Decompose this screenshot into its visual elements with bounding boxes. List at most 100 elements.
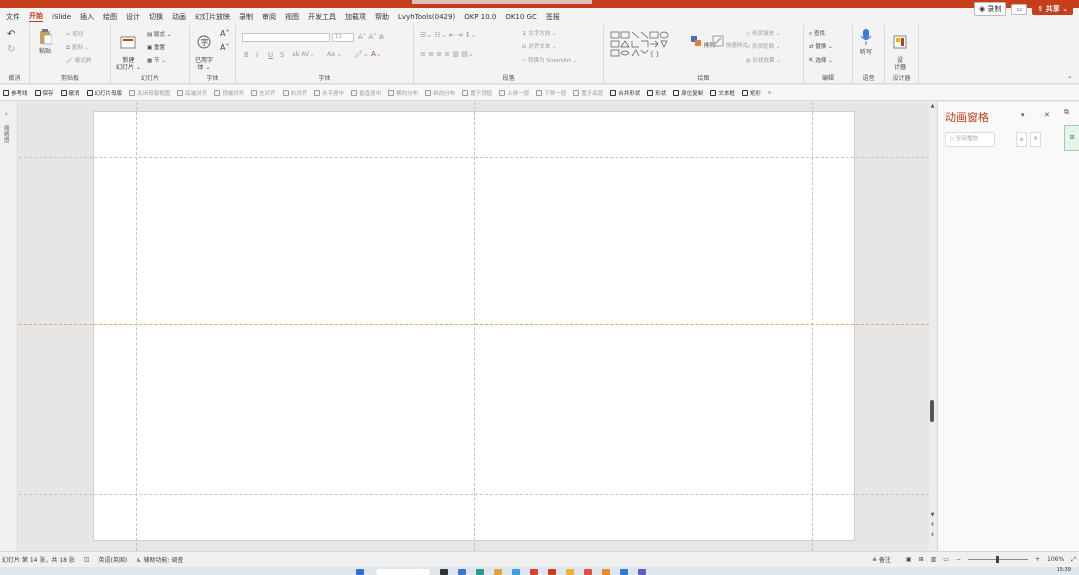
app-icon[interactable]	[530, 569, 538, 575]
quick-toolbar-item[interactable]: 置于底层	[573, 89, 603, 97]
menu-tab[interactable]: 切换	[149, 12, 163, 22]
font-size-input[interactable]: 11	[332, 33, 354, 42]
quick-toolbar-item[interactable]: 垂直居中	[351, 89, 381, 97]
fit-slide-icon[interactable]: ⤢	[1071, 556, 1076, 564]
menu-tab[interactable]: 帮助	[375, 12, 389, 22]
play-all-button[interactable]: ▷ 全部播放	[945, 132, 995, 147]
taskbar-search[interactable]	[376, 569, 430, 575]
zoom-in-icon[interactable]: +	[1035, 556, 1040, 563]
guide-vertical[interactable]	[136, 102, 137, 551]
share-button[interactable]: ⇪ 共享 ⌄	[1032, 3, 1073, 15]
quick-toolbar-item[interactable]: 关闭母版视图	[129, 89, 170, 97]
menu-tab[interactable]: iSlide	[52, 13, 71, 21]
quick-toolbar-item[interactable]: 纵向分布	[425, 89, 455, 97]
normal-view-icon[interactable]: ▣	[906, 556, 912, 563]
clock[interactable]: 15:39	[1057, 567, 1071, 573]
format-painter-button[interactable]: 🖌 格式刷	[66, 56, 91, 64]
menu-tab[interactable]: 审阅	[262, 12, 276, 22]
side-tab-button[interactable]: ⊞	[1064, 125, 1079, 151]
menu-tab[interactable]: 视图	[285, 12, 299, 22]
paste-button[interactable]: 粘贴	[38, 29, 52, 55]
quick-toolbar-item[interactable]: 原位复制	[673, 89, 703, 97]
bold-button[interactable]: B	[244, 51, 249, 59]
bullets-icon[interactable]: ☰⌄ ☷⌄ ⇤ ⇥ ↕⌄	[420, 31, 477, 39]
quick-toolbar-item[interactable]: 参考线	[3, 89, 28, 97]
notes-button[interactable]: ≙ 备注	[872, 555, 891, 564]
pane-dock-icon[interactable]: ⧉	[1064, 108, 1069, 117]
quick-toolbar-item[interactable]: 矩形	[741, 89, 761, 97]
close-icon[interactable]: ✕	[1044, 111, 1050, 119]
app-icon[interactable]	[584, 569, 592, 575]
quick-toolbar-item[interactable]: 底端对齐	[177, 89, 207, 97]
app-icon[interactable]	[620, 569, 628, 575]
guide-vertical[interactable]	[812, 102, 813, 551]
font-grow-icon[interactable]: A˄	[220, 29, 229, 38]
new-slide-button[interactable]: 新建 幻灯片 ⌄	[116, 28, 141, 71]
quick-toolbar-item[interactable]: 水平居中	[314, 89, 344, 97]
section-button[interactable]: ▦ 节 ⌄	[147, 56, 166, 64]
quick-toolbar-item[interactable]: 形状	[647, 89, 666, 97]
next-slide-icon[interactable]: ⇟	[929, 532, 936, 538]
pane-options-icon[interactable]: ▾	[1021, 111, 1025, 119]
underline-button[interactable]: U	[268, 51, 273, 59]
quick-toolbar-item[interactable]: 横向分布	[388, 89, 418, 97]
menu-tab[interactable]: 加载项	[345, 12, 366, 22]
zoom-out-icon[interactable]: −	[956, 556, 961, 563]
highlight-icon[interactable]: 🖍⌄ A⌄	[354, 50, 382, 58]
zoom-slider-knob[interactable]	[996, 556, 999, 563]
powerpoint-icon[interactable]	[548, 569, 556, 575]
layout-button[interactable]: ▤ 版式 ⌄	[147, 30, 171, 38]
spellcheck-icon[interactable]: ◫	[84, 556, 90, 563]
quick-styles-button[interactable]: 快速样式	[712, 35, 748, 49]
align-icons[interactable]: ≡ ≡ ≡ ≡ ▥ ▤⌄	[420, 50, 474, 58]
redo-icon[interactable]: ↻	[7, 44, 15, 55]
vertical-scrollbar[interactable]: ▲ ▼ ⇞ ⇟	[929, 102, 936, 551]
slideshow-icon[interactable]: ▭	[943, 556, 949, 563]
quick-toolbar-item[interactable]: 下移一层	[536, 89, 566, 97]
move-down-button[interactable]: ▼	[1030, 132, 1041, 147]
thumbnail-strip[interactable]: › 缩略图	[0, 102, 18, 551]
guide-horizontal[interactable]	[19, 494, 929, 495]
taskview-icon[interactable]	[440, 569, 448, 575]
ribbon-collapse-icon[interactable]: ⌄	[1067, 72, 1073, 80]
quick-toolbar-item[interactable]: 幻灯片母版	[86, 89, 122, 97]
quick-toolbar-item[interactable]: 文本框	[710, 89, 735, 97]
designer-button[interactable]: 设 计器	[893, 28, 907, 71]
shape-outline-button[interactable]: ▱ 形状轮廓 ⌄	[746, 42, 780, 50]
language-indicator[interactable]: 英语(英国)	[98, 555, 127, 564]
font-shrink-icon[interactable]: A˅	[220, 43, 229, 52]
zoom-level[interactable]: 106%	[1047, 556, 1064, 563]
menu-tab[interactable]: LvyhTools(0429)	[398, 13, 455, 21]
quick-toolbar-item[interactable]: 置于顶层	[462, 89, 492, 97]
font-name-input[interactable]	[242, 33, 330, 42]
menu-tab[interactable]: 开发工具	[308, 12, 336, 22]
menu-tab[interactable]: 开始	[29, 11, 43, 22]
shape-fill-button[interactable]: ◇ 形状填充 ⌄	[746, 29, 780, 37]
guide-vertical[interactable]	[474, 102, 475, 551]
scrollbar-thumb[interactable]	[930, 400, 934, 422]
copy-button[interactable]: ⧉ 复制 ⌄	[66, 43, 89, 52]
menu-tab[interactable]: 录制	[239, 12, 253, 22]
guide-horizontal-center[interactable]	[19, 324, 929, 325]
replace-button[interactable]: ⇄ 替换 ⌄	[809, 42, 833, 50]
menu-tab[interactable]: 设计	[126, 12, 140, 22]
zoom-slider[interactable]	[968, 556, 1028, 563]
reset-button[interactable]: ▣ 重置	[147, 43, 165, 51]
accessibility-indicator[interactable]: ♿ 辅助功能: 调查	[136, 555, 183, 564]
smartart-button[interactable]: ⤳ 转换为 SmartArt ⌄	[522, 56, 578, 65]
app-icon[interactable]	[638, 569, 646, 575]
menu-tab[interactable]: 绘图	[103, 12, 117, 22]
prev-slide-icon[interactable]: ⇞	[929, 522, 936, 528]
select-button[interactable]: ⇱ 选择 ⌄	[809, 56, 833, 64]
italic-button[interactable]: I	[256, 51, 258, 59]
menu-tab[interactable]: 插入	[80, 12, 94, 22]
reading-view-icon[interactable]: ▥	[931, 556, 937, 563]
quick-toolbar-item[interactable]: 右对齐	[282, 89, 307, 97]
quick-toolbar-item[interactable]: 顶端对齐	[214, 89, 244, 97]
char-spacing-icon[interactable]: ab AV⌄	[292, 51, 314, 58]
menu-tab[interactable]: 动画	[172, 12, 186, 22]
menu-tab[interactable]: OKP 10.0	[464, 13, 496, 21]
quick-toolbar-item[interactable]: 撤消	[60, 89, 80, 97]
quick-toolbar-item[interactable]: »	[768, 90, 771, 96]
used-fonts-button[interactable]: 字 已用字 体 ⌄	[195, 28, 213, 71]
